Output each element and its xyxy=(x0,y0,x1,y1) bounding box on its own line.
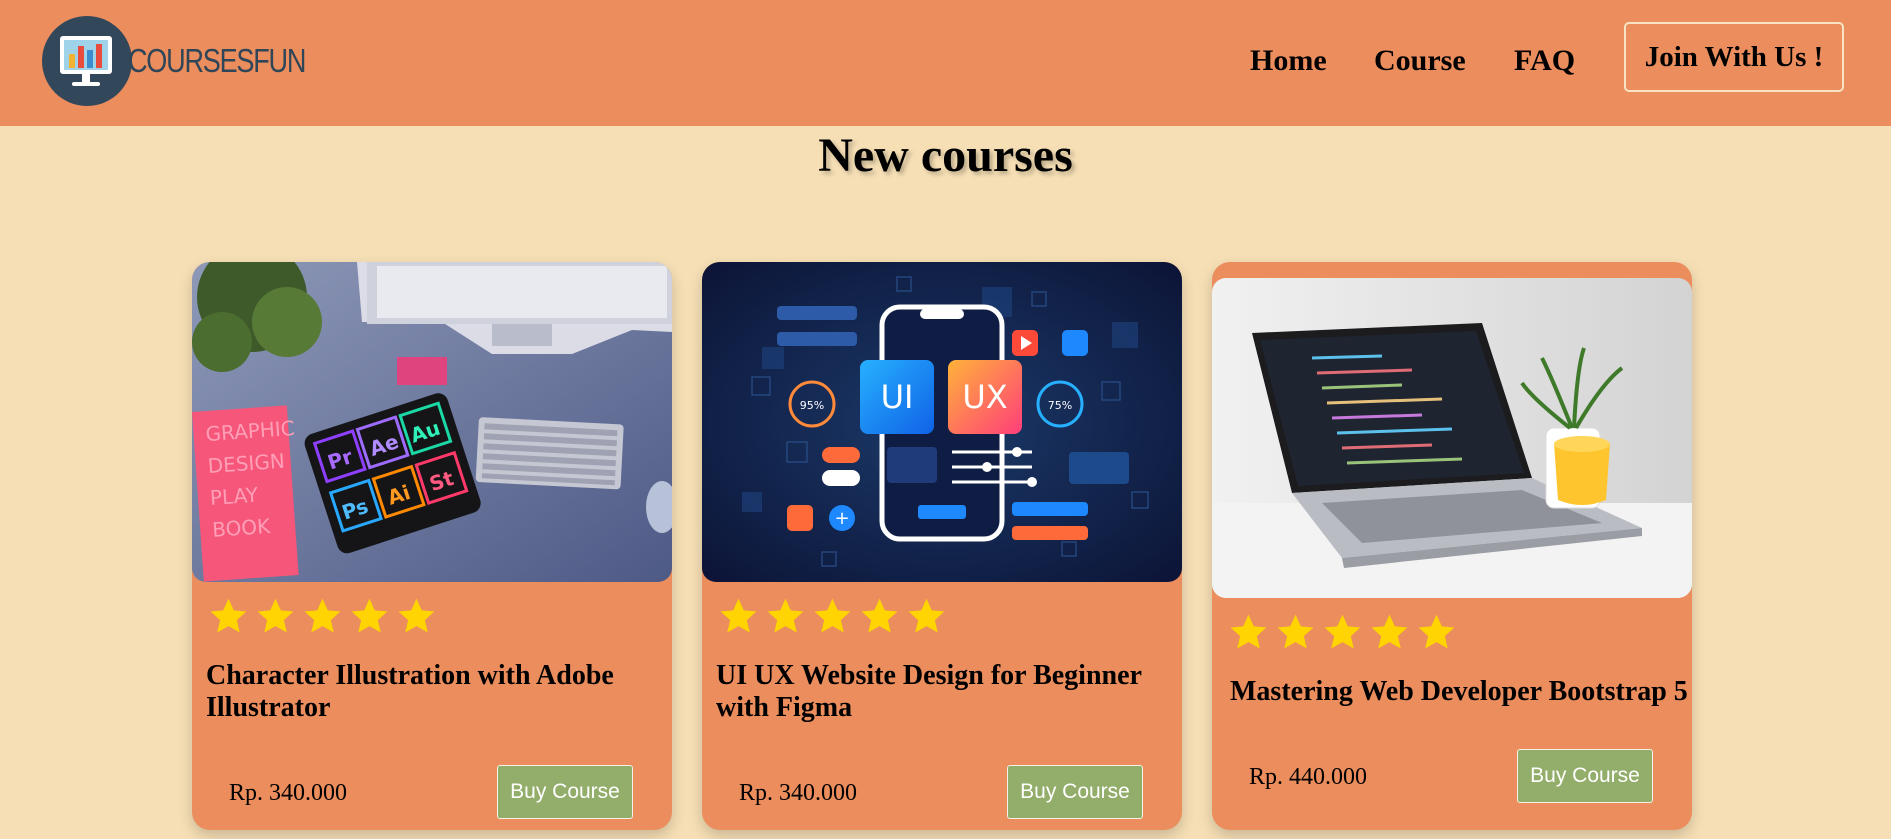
brand-name: COURSESFUN xyxy=(128,42,306,79)
buy-course-button[interactable]: Buy Course xyxy=(1007,765,1143,819)
course-card: GRAPHIC DESIGN PLAY BOOK Pr Ae Au Ps Ai … xyxy=(192,262,672,830)
navbar: COURSESFUN Home Course FAQ Join With Us … xyxy=(0,0,1891,126)
course-title: Mastering Web Developer Bootstrap 5 xyxy=(1230,676,1688,707)
star-icon xyxy=(1230,614,1267,649)
star-icon xyxy=(767,598,804,633)
course-card: Mastering Web Developer Bootstrap 5 Rp. … xyxy=(1212,262,1692,830)
nav-course[interactable]: Course xyxy=(1374,44,1466,78)
course-price: Rp. 440.000 xyxy=(1249,764,1368,790)
course-image: UI UX 95% 75% + xyxy=(702,262,1182,582)
logo-icon xyxy=(42,16,132,106)
star-icon xyxy=(398,598,435,633)
star-icon xyxy=(720,598,757,633)
book-text-3: PLAY xyxy=(209,483,259,510)
book-text-4: BOOK xyxy=(211,514,271,542)
star-icon xyxy=(1324,614,1361,649)
star-icon xyxy=(1277,614,1314,649)
star-icon xyxy=(304,598,341,633)
brand-logo[interactable]: COURSESFUN xyxy=(42,16,306,108)
ux-label: UX xyxy=(962,378,1007,416)
course-title: UI UX Website Design for Beginner with F… xyxy=(716,660,1142,723)
ui-label: UI xyxy=(881,378,914,416)
course-image xyxy=(1212,278,1692,598)
rating-stars xyxy=(1228,612,1457,653)
progress-75-label: 75% xyxy=(1048,399,1072,412)
nav-faq[interactable]: FAQ xyxy=(1514,44,1575,78)
star-icon xyxy=(1371,614,1408,649)
course-price: Rp. 340.000 xyxy=(739,780,858,806)
star-icon xyxy=(1418,614,1455,649)
star-icon xyxy=(908,598,945,633)
buy-course-button[interactable]: Buy Course xyxy=(497,765,633,819)
progress-95-label: 95% xyxy=(800,399,824,412)
rating-stars xyxy=(208,596,437,637)
buy-course-button[interactable]: Buy Course xyxy=(1517,749,1653,803)
nav-home[interactable]: Home xyxy=(1250,44,1327,78)
rating-stars xyxy=(718,596,947,637)
star-icon xyxy=(210,598,247,633)
svg-text:+: + xyxy=(834,508,849,529)
course-card: UI UX 95% 75% + UI UX Website Design for… xyxy=(702,262,1182,830)
star-icon xyxy=(351,598,388,633)
join-button[interactable]: Join With Us ! xyxy=(1624,22,1844,92)
star-icon xyxy=(861,598,898,633)
course-title: Character Illustration with Adobe Illust… xyxy=(206,660,614,723)
star-icon xyxy=(814,598,851,633)
course-image: GRAPHIC DESIGN PLAY BOOK Pr Ae Au Ps Ai … xyxy=(192,262,672,582)
star-icon xyxy=(257,598,294,633)
course-price: Rp. 340.000 xyxy=(229,780,348,806)
section-title: New courses xyxy=(818,129,1073,182)
